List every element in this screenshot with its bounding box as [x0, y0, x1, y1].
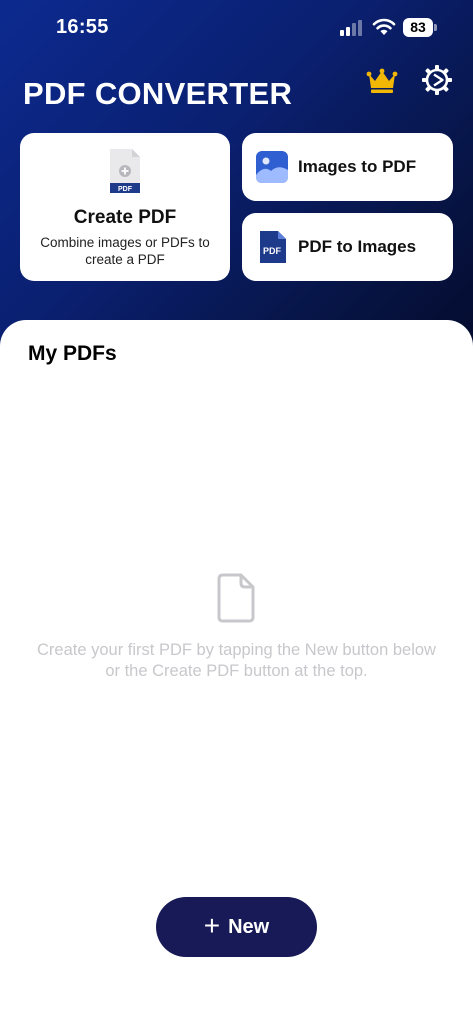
images-to-pdf-label: Images to PDF	[298, 157, 417, 176]
status-bar: 16:55 83	[0, 0, 473, 56]
pdf-to-images-label: PDF to Images	[298, 237, 417, 256]
new-button[interactable]: + New	[156, 897, 317, 957]
plus-icon: +	[203, 909, 221, 941]
battery-level: 83	[410, 19, 426, 35]
empty-state-text: Create your first PDF by tapping the New…	[37, 641, 436, 680]
battery-tip	[434, 24, 437, 31]
create-pdf-card[interactable]: PDF Create PDF Combine images or PDFs to…	[20, 133, 230, 281]
wifi-icon	[372, 18, 396, 35]
image-icon	[256, 151, 288, 183]
app-title: PDF CONVERTER	[23, 76, 293, 111]
pdf-file-icon: PDF	[260, 231, 286, 263]
images-to-pdf-card[interactable]: Images to PDF	[242, 133, 453, 201]
signal-icon	[340, 20, 362, 36]
new-button-label: New	[228, 915, 270, 938]
create-pdf-title: Create PDF	[73, 207, 177, 228]
create-pdf-description: Combine images or PDFs to create a PDF	[40, 235, 210, 267]
status-time: 16:55	[56, 16, 109, 38]
blank-document-icon	[217, 573, 255, 623]
pdf-file-tag: PDF	[263, 246, 282, 256]
pdf-to-images-card[interactable]: PDF PDF to Images	[242, 213, 453, 281]
settings-icon[interactable]	[421, 64, 453, 96]
pdf-document-icon: PDF	[110, 149, 140, 193]
my-pdfs-title: My PDFs	[28, 342, 117, 365]
battery-icon: 83	[403, 18, 433, 37]
crown-icon[interactable]	[366, 68, 398, 94]
pdf-tag: PDF	[118, 186, 133, 193]
